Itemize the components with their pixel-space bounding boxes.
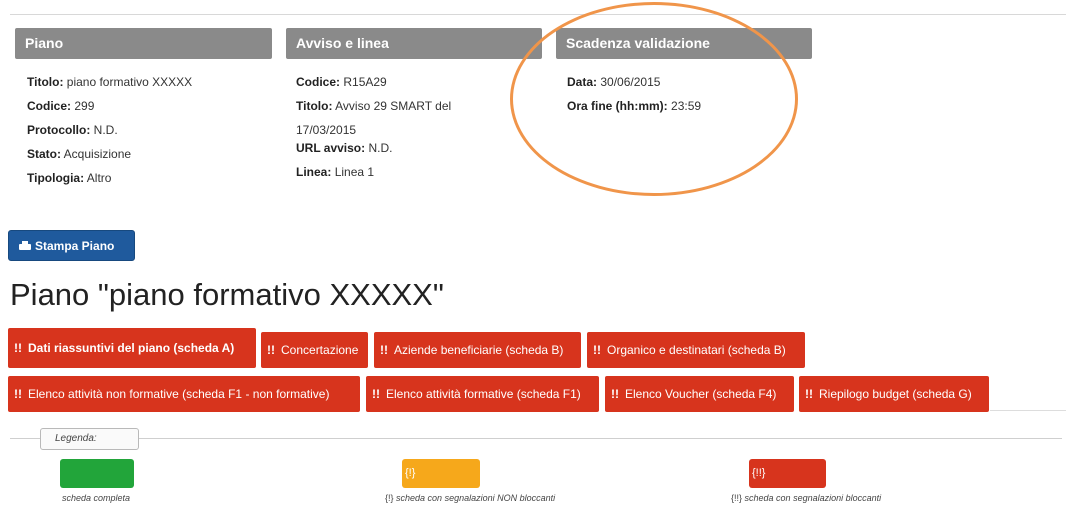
legend-divider [138,438,1062,439]
piano-stato-row: Stato: Acquisizione [27,147,132,161]
legend-divider-left [10,438,40,439]
tab-attivita-non-formative[interactable]: !! Elenco attività non formative (scheda … [8,376,360,412]
warning-icon: !! [593,343,601,357]
avviso-url-row: URL avviso: N.D. [296,141,393,155]
tabs-divider [990,410,1066,411]
avviso-panel-header: Avviso e linea [286,28,542,59]
avviso-linea-row: Linea: Linea 1 [296,165,375,179]
piano-tipologia-row: Tipologia: Altro [27,171,112,185]
legend-swatch-blocking: {!!} [749,459,826,488]
piano-titolo-row: Titolo: piano formativo XXXXX [27,75,193,89]
tab-dati-riassuntivi[interactable]: !! Dati riassuntivi del piano (scheda A) [8,328,256,368]
tab-concertazione[interactable]: !! Concertazione [261,332,368,368]
legend-swatch-non-blocking: {!} [402,459,480,488]
tab-riepilogo-budget[interactable]: !! Riepilogo budget (scheda G) [799,376,989,412]
page-title: Piano "piano formativo XXXXX" [10,277,444,312]
legend-swatch-complete [60,459,134,488]
avviso-codice-row: Codice: R15A29 [296,75,387,89]
warning-icon: !! [14,387,22,401]
piano-panel-header: Piano [15,28,272,59]
warning-icon: !! [14,341,22,355]
tab-attivita-formative[interactable]: !! Elenco attività formative (scheda F1) [366,376,599,412]
piano-protocollo-row: Protocollo: N.D. [27,123,118,137]
warning-icon: !! [372,387,380,401]
warning-icon: !! [805,387,813,401]
legend-text-non-blocking: {!} scheda con segnalazioni NON bloccant… [385,493,556,503]
legend-text-blocking: {!!} scheda con segnalazioni bloccanti [731,493,882,503]
printer-icon [19,241,31,250]
warning-icon: !! [380,343,388,357]
stampa-piano-label: Stampa Piano [35,238,115,253]
avviso-titolo-row-2: 17/03/2015 [296,123,357,137]
tab-organico-destinatari[interactable]: !! Organico e destinatari (scheda B) [587,332,805,368]
tab-elenco-voucher[interactable]: !! Elenco Voucher (scheda F4) [605,376,794,412]
piano-codice-row: Codice: 299 [27,99,95,113]
stampa-piano-button[interactable]: Stampa Piano [8,230,135,261]
avviso-titolo-row: Titolo: Avviso 29 SMART del [296,99,452,113]
highlight-circle [510,2,798,196]
top-divider [10,14,1066,15]
legend-text-complete: scheda completa [62,493,131,503]
tab-aziende-beneficiarie[interactable]: !! Aziende beneficiarie (scheda B) [374,332,581,368]
legend-title: Legenda: [40,428,139,450]
warning-icon: !! [267,343,275,357]
warning-icon: !! [611,387,619,401]
